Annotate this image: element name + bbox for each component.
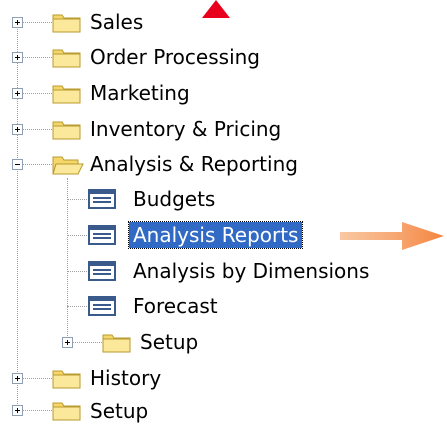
tree-item-label-selected: Analysis Reports xyxy=(127,221,304,249)
tree-item-label: Marketing xyxy=(90,81,190,105)
tree-item-label: Order Processing xyxy=(90,45,260,69)
tree-item-order-processing[interactable]: Order Processing xyxy=(90,40,260,74)
tree-item-forecast[interactable]: Forecast xyxy=(133,289,218,323)
expand-toggle-button[interactable] xyxy=(12,88,23,99)
tree-item-history[interactable]: History xyxy=(90,361,161,395)
folder-closed-icon xyxy=(52,14,81,33)
tree-branch-line xyxy=(67,306,87,307)
tree-item-marketing[interactable]: Marketing xyxy=(90,76,190,110)
annotation-arrow-icon xyxy=(340,222,444,250)
tree-branch-line xyxy=(67,199,87,200)
form-icon xyxy=(88,189,116,209)
tree-item-setup-nested[interactable]: Setup xyxy=(140,325,198,359)
tree-item-label: Sales xyxy=(90,10,144,34)
tree-item-setup[interactable]: Setup xyxy=(90,394,148,428)
tree-item-label: Analysis & Reporting xyxy=(90,152,298,176)
tree-item-label: Budgets xyxy=(133,187,216,211)
tree-item-analysis-reporting[interactable]: Analysis & Reporting xyxy=(90,147,298,181)
tree-item-label: History xyxy=(90,366,162,390)
expand-toggle-button[interactable] xyxy=(12,124,23,135)
tree-connector-line xyxy=(67,178,68,342)
folder-closed-icon xyxy=(52,402,81,421)
expand-toggle-button[interactable] xyxy=(62,337,73,348)
tree-item-label: Analysis by Dimensions xyxy=(133,259,370,283)
tree-item-analysis-by-dimensions[interactable]: Analysis by Dimensions xyxy=(133,254,369,288)
tree-item-budgets[interactable]: Budgets xyxy=(133,182,215,216)
tree-branch-line xyxy=(67,271,87,272)
tree-item-analysis-reports[interactable]: Analysis Reports xyxy=(127,218,304,252)
tree-item-inventory-pricing[interactable]: Inventory & Pricing xyxy=(90,112,281,146)
tree-branch-line xyxy=(67,235,87,236)
expand-toggle-button[interactable] xyxy=(12,52,23,63)
navigation-tree: Sales Order Processing Marketing Invento… xyxy=(0,0,447,424)
red-marker-icon xyxy=(202,0,230,18)
form-icon xyxy=(88,225,116,245)
tree-item-label: Setup xyxy=(140,330,199,354)
expand-toggle-button[interactable] xyxy=(12,17,23,28)
tree-item-label: Inventory & Pricing xyxy=(90,117,282,141)
folder-closed-icon xyxy=(52,85,81,104)
form-icon xyxy=(88,261,116,281)
tree-item-label: Setup xyxy=(90,399,149,423)
tree-connector-line xyxy=(17,22,18,410)
folder-closed-icon xyxy=(52,121,81,140)
folder-closed-icon xyxy=(102,334,131,353)
form-icon xyxy=(88,296,116,316)
tree-item-label: Forecast xyxy=(133,294,218,318)
expand-toggle-button[interactable] xyxy=(12,373,23,384)
expand-toggle-button[interactable] xyxy=(12,405,23,416)
tree-item-sales[interactable]: Sales xyxy=(90,5,143,39)
collapse-toggle-button[interactable] xyxy=(12,159,23,170)
folder-closed-icon xyxy=(52,49,81,68)
folder-open-icon xyxy=(52,156,84,175)
folder-closed-icon xyxy=(52,370,81,389)
